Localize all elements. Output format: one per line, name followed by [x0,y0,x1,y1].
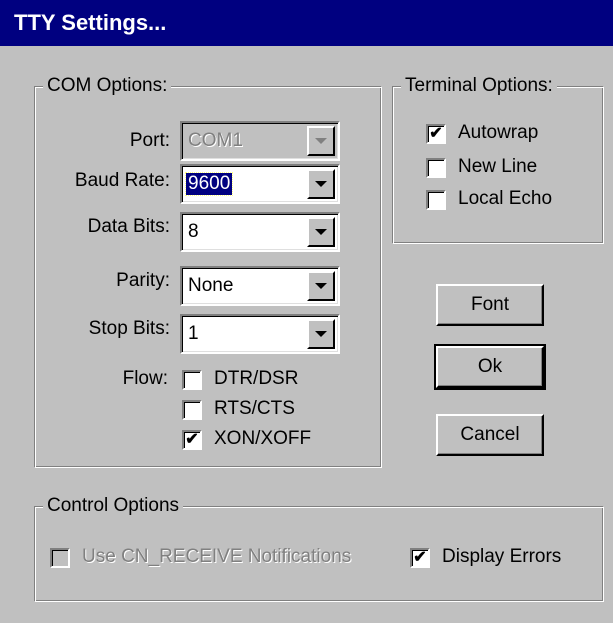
terminal-options-legend: Terminal Options: [401,75,557,97]
parity-label: Parity: [116,270,170,291]
font-button[interactable]: Font [436,284,544,326]
com-options-legend: COM Options: [43,75,172,97]
control-options-legend: Control Options [43,495,184,517]
stop-bits-select[interactable]: 1 [180,314,340,354]
rts-cts-checkbox[interactable] [182,400,202,420]
checkmark-icon: ✔ [185,431,199,448]
use-cn-receive-label: Use CN_RECEIVE Notifications [82,546,352,567]
window-title: TTY Settings... [14,10,167,35]
port-value: COM1 [188,130,243,151]
autowrap-checkbox[interactable]: ✔ [426,124,446,144]
checkmark-icon: ✔ [413,549,427,566]
data-bits-label: Data Bits: [87,216,170,237]
parity-value: None [188,275,234,296]
display-errors-label: Display Errors [442,546,562,567]
chevron-down-icon[interactable] [307,217,335,247]
ok-button-label: Ok [477,356,503,377]
stop-bits-label: Stop Bits: [88,318,170,339]
new-line-label: New Line [458,156,538,177]
stop-bits-value: 1 [188,323,199,344]
new-line-checkbox[interactable] [426,158,446,178]
font-button-label: Font [470,294,510,315]
xon-xoff-label: XON/XOFF [214,428,312,449]
display-errors-checkbox[interactable]: ✔ [410,548,430,568]
data-bits-select[interactable]: 8 [180,212,340,252]
port-select: COM1 [180,121,340,161]
baud-rate-label: Baud Rate: [74,170,170,191]
port-label: Port: [129,130,170,151]
rts-cts-label: RTS/CTS [214,398,295,419]
ok-button[interactable]: Ok [434,344,546,390]
xon-xoff-checkbox[interactable]: ✔ [182,430,202,450]
cancel-button[interactable]: Cancel [436,414,544,456]
flow-label: Flow: [122,368,168,389]
checkmark-icon: ✔ [429,125,443,142]
local-echo-checkbox[interactable] [426,190,446,210]
chevron-down-icon[interactable] [307,271,335,301]
baud-rate-value: 9600 [184,172,234,196]
parity-select[interactable]: None [180,266,340,306]
dtr-dsr-checkbox[interactable] [182,370,202,390]
chevron-down-icon[interactable] [307,319,335,349]
autowrap-label: Autowrap [458,122,539,143]
chevron-down-icon [307,126,335,156]
dtr-dsr-label: DTR/DSR [214,368,299,389]
chevron-down-icon[interactable] [307,169,335,199]
local-echo-label: Local Echo [458,188,553,209]
use-cn-receive-checkbox [50,548,70,568]
title-bar[interactable]: TTY Settings... [0,0,613,46]
data-bits-value: 8 [188,221,199,242]
baud-rate-select[interactable]: 9600 [180,164,340,204]
cancel-button-label: Cancel [460,424,520,445]
